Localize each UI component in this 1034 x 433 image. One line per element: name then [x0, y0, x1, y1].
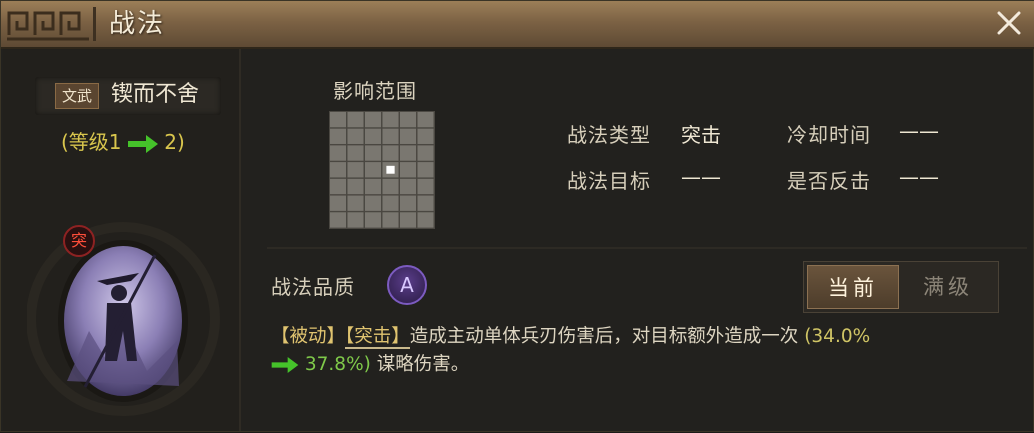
grid-cell: [399, 162, 417, 178]
skill-type-value: 突击: [681, 123, 721, 147]
grid-cell: [382, 195, 399, 211]
skill-target-label: 战法目标: [567, 169, 651, 193]
skill-dialog: 战法 文武 锲而不舍 (等级1 2) 突 影响范围 战法类型 突击 冷却时间 —…: [0, 0, 1034, 432]
grid-cell: [347, 195, 364, 211]
close-icon[interactable]: [993, 7, 1025, 39]
skill-category-badge: 文武: [55, 83, 100, 109]
grid-cell: [364, 178, 382, 195]
level-to: 2): [164, 130, 185, 154]
tab-current[interactable]: 当前: [807, 265, 899, 309]
grid-cell: [417, 145, 434, 161]
skill-target-value: ——: [681, 165, 721, 189]
grid-cell: [382, 111, 399, 128]
grid-cell: [329, 111, 347, 128]
arrow-right-icon: [127, 134, 158, 153]
grid-cell: [364, 195, 382, 211]
dialog-title: 战法: [109, 9, 166, 39]
skill-name-plate: 文武 锲而不舍: [35, 77, 221, 115]
grid-cell: [329, 145, 347, 161]
description-tail: 谋略伤害。: [376, 354, 470, 375]
grid-cell: [382, 145, 399, 161]
grid-cell: [399, 195, 417, 211]
tab-max-level[interactable]: 满级: [902, 265, 994, 309]
warrior-portrait-icon: [26, 222, 220, 416]
description-text: 造成主动单体兵刃伤害后，对目标额外造成一次: [409, 326, 799, 347]
skill-portrait: 突: [26, 211, 227, 421]
influence-range-grid: [329, 111, 435, 229]
assault-tag: 突: [63, 225, 95, 257]
grid-cell: [417, 162, 434, 178]
skill-type-label: 战法类型: [567, 123, 651, 147]
grid-cell: [417, 128, 434, 144]
grid-cell: [347, 178, 364, 195]
cooldown-value: ——: [899, 119, 939, 143]
grid-cell: [364, 111, 382, 128]
grid-cell: [329, 128, 347, 144]
title-bar: 战法: [1, 1, 1034, 49]
grid-cell: [364, 128, 382, 144]
grid-cell: [399, 111, 417, 128]
grid-cell: [347, 162, 364, 178]
grid-cell-self: [386, 165, 395, 174]
grid-cell: [347, 145, 364, 161]
level-view-toggle: 当前 满级: [803, 261, 999, 313]
grid-cell: [364, 212, 382, 228]
arrow-right-icon: [271, 357, 299, 373]
skill-detail-panel: 影响范围 战法类型 突击 冷却时间 —— 战法目标 —— 是否反击 —— 战法品…: [241, 49, 1034, 433]
grid-cell: [364, 162, 382, 178]
grid-cell: [417, 212, 434, 228]
cooldown-label: 冷却时间: [787, 123, 871, 147]
grid-cell: [347, 111, 364, 128]
title-divider: [93, 7, 96, 41]
damage-ratio-to: 37.8%): [304, 354, 371, 375]
grid-cell: [399, 128, 417, 144]
fret-ornament-icon: [7, 11, 89, 41]
grid-cell: [382, 128, 399, 144]
grid-cell: [329, 178, 347, 195]
section-divider: [267, 247, 1027, 249]
grid-cell: [382, 212, 399, 228]
grid-cell: [382, 178, 399, 195]
grid-cell: [399, 212, 417, 228]
damage-ratio-from: (34.0%: [804, 326, 871, 347]
quality-grade-badge: A: [387, 265, 427, 305]
grid-cell: [329, 195, 347, 211]
influence-range-title: 影响范围: [333, 79, 417, 103]
skill-quality-label: 战法品质: [271, 275, 355, 299]
grid-cell: [399, 145, 417, 161]
grid-cell: [417, 178, 434, 195]
passive-tag: 【被动】: [271, 326, 346, 347]
skill-name: 锲而不舍: [111, 82, 200, 107]
level-from: (等级1: [61, 130, 122, 154]
grid-cell: [329, 162, 347, 178]
grid-cell: [417, 111, 434, 128]
counterattack-label: 是否反击: [787, 169, 871, 193]
grid-cell: [399, 178, 417, 195]
grid-cell: [347, 128, 364, 144]
counterattack-value: ——: [899, 165, 939, 189]
skill-description: 【被动】【突击】造成主动单体兵刃伤害后，对目标额外造成一次 (34.0% 37.…: [271, 323, 1011, 379]
skill-summary-panel: 文武 锲而不舍 (等级1 2) 突: [3, 49, 241, 431]
grid-cell: [364, 145, 382, 161]
level-upgrade: (等级1 2): [61, 127, 185, 157]
grid-cell: [329, 212, 347, 228]
assault-keyword[interactable]: 【突击】: [345, 326, 410, 349]
grid-cell: [417, 195, 434, 211]
grid-cell: [347, 212, 364, 228]
